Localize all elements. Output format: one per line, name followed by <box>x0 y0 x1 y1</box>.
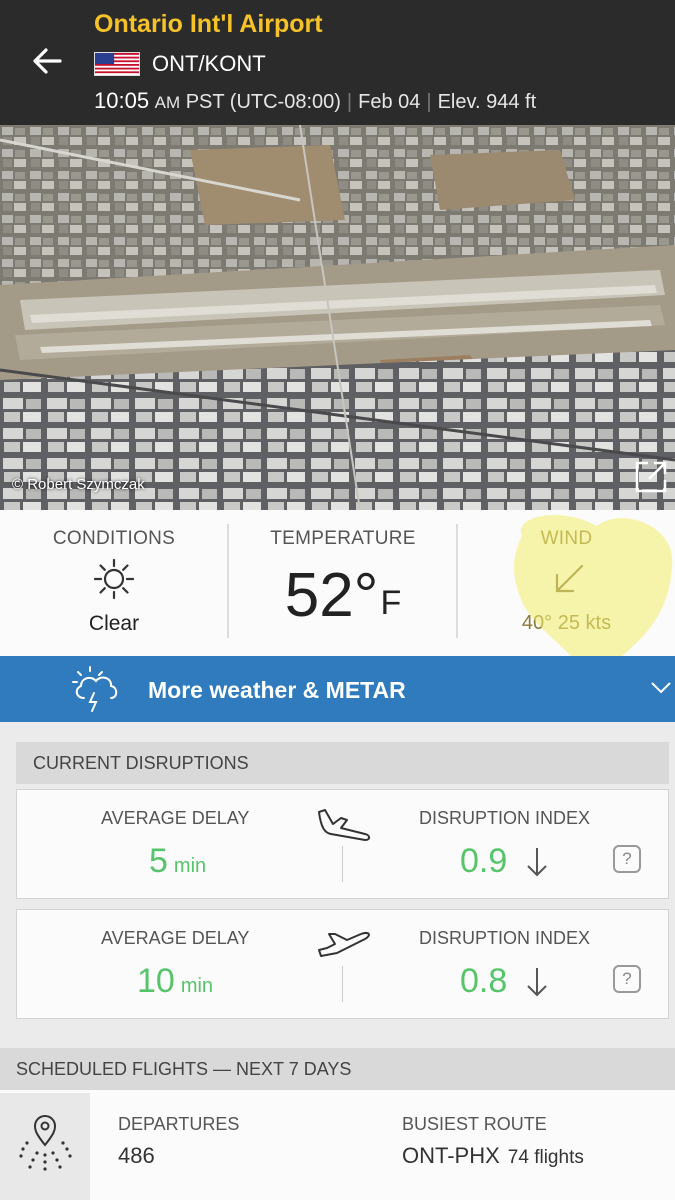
temperature-label: TEMPERATURE <box>270 528 416 549</box>
photo-credit: © Robert Szymczak <box>12 476 145 493</box>
departures-value: 486 <box>118 1143 155 1168</box>
more-weather-label[interactable]: More weather & METAR <box>148 677 406 704</box>
plane-landing-icon <box>318 809 371 841</box>
route-map-pin-icon <box>19 1115 72 1171</box>
disruptions-title: CURRENT DISRUPTIONS <box>33 753 249 773</box>
meta-separator: | <box>346 91 353 113</box>
date: Feb 04 <box>358 91 421 113</box>
delay-unit: min <box>180 975 214 997</box>
temperature-panel: TEMPERATURE 52°F <box>229 510 457 656</box>
expand-icon[interactable] <box>634 460 668 494</box>
airport-name: Ontario Int'l Airport <box>94 10 323 38</box>
arrivals-disruption-card: AVERAGE DELAY 5 min DISRUPTION INDEX 0.9 … <box>16 789 669 899</box>
disruption-index-value: 0.9 <box>460 842 508 880</box>
route-icon-panel <box>0 1093 90 1200</box>
aerial-view-image <box>0 125 675 510</box>
temperature-number: 52° <box>284 561 379 630</box>
conditions-value: Clear <box>88 612 140 635</box>
temperature-unit: F <box>380 584 402 622</box>
time-ampm: AM <box>154 93 181 112</box>
busiest-route-count: 74 flights <box>507 1147 584 1168</box>
disruptions-header: CURRENT DISRUPTIONS <box>16 742 669 784</box>
chevron-down-icon[interactable] <box>650 681 672 695</box>
disruption-index-label: DISRUPTION INDEX <box>419 808 591 828</box>
us-flag-icon <box>94 52 140 76</box>
airport-meta: 10:05 AM PST (UTC-08:00) | Feb 04 | Elev. 94… <box>94 88 536 114</box>
average-delay-value: 10 min <box>137 962 213 1001</box>
conditions-panel: CONDITIONS Clear <box>0 510 228 656</box>
meta-separator: | <box>426 91 432 113</box>
temperature-value: 52°F <box>229 560 457 631</box>
arrow-down-icon <box>527 848 547 877</box>
average-delay-label: AVERAGE DELAY <box>101 808 250 828</box>
busiest-route-value: ONT-PHX 74 flights <box>402 1143 584 1169</box>
average-delay-label: AVERAGE DELAY <box>101 928 250 948</box>
airport-codes: ONT/KONT <box>152 51 266 76</box>
help-button[interactable]: ? <box>613 965 641 993</box>
busiest-route-code: ONT-PHX <box>402 1143 500 1168</box>
sun-icon <box>93 558 135 600</box>
delay-number: 10 <box>137 962 175 1000</box>
local-time: 10:05 <box>94 88 150 113</box>
busiest-route-label: BUSIEST ROUTE <box>402 1114 547 1134</box>
arrow-down-icon <box>527 968 547 997</box>
plane-takeoff-icon <box>318 931 370 957</box>
arrow-left-icon[interactable] <box>30 44 64 78</box>
elevation: Elev. 944 ft <box>437 91 537 113</box>
airport-photo: © Robert Szymczak <box>0 125 675 510</box>
delay-unit: min <box>173 855 207 877</box>
card-divider <box>342 966 343 1002</box>
scheduled-header: SCHEDULED FLIGHTS — NEXT 7 DAYS <box>0 1048 675 1090</box>
delay-number: 5 <box>149 842 168 880</box>
storm-cloud-icon <box>72 666 118 712</box>
scheduled-title: SCHEDULED FLIGHTS — NEXT 7 DAYS <box>16 1059 352 1079</box>
conditions-label: CONDITIONS <box>52 528 176 549</box>
timezone: PST (UTC-08:00) <box>185 91 341 113</box>
disruption-index-value: 0.8 <box>460 962 508 1000</box>
card-divider <box>342 846 343 882</box>
departures-disruption-card: AVERAGE DELAY 10 min DISRUPTION INDEX 0.8… <box>16 909 669 1019</box>
departures-label: DEPARTURES <box>118 1114 240 1134</box>
average-delay-value: 5 min <box>149 842 206 881</box>
help-button[interactable]: ? <box>613 845 641 873</box>
disruption-index-label: DISRUPTION INDEX <box>419 928 591 948</box>
